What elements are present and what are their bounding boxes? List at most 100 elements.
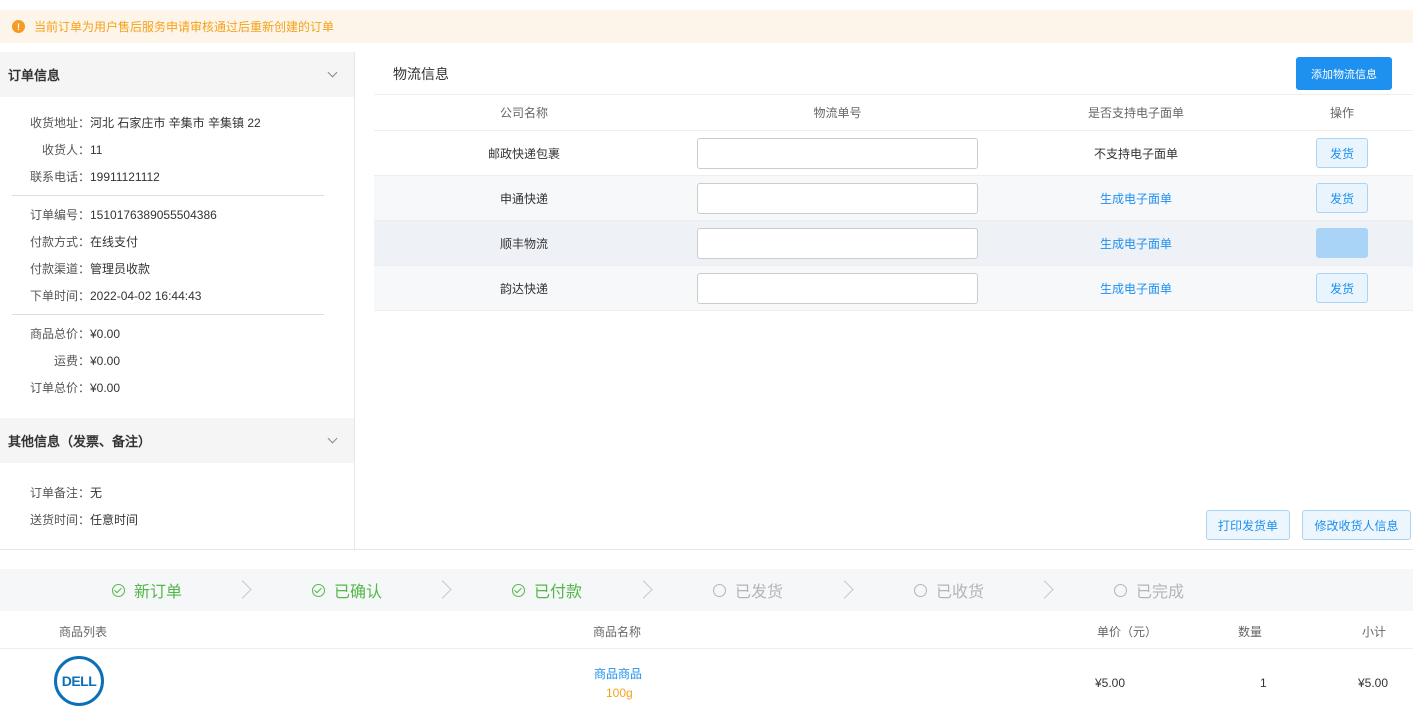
step-label: 已发货 — [735, 584, 784, 601]
waybill-input[interactable] — [697, 182, 978, 214]
other-info-title: 其他信息（发票、备注） — [8, 434, 152, 449]
generate-e-waybill-link[interactable]: 生成电子面单 — [1001, 235, 1271, 252]
order-no-value: 1510176389055504386 — [90, 207, 217, 222]
step-completed: 已完成 — [1114, 569, 1184, 611]
pay-method-value: 在线支付 — [90, 235, 139, 249]
column-header: 物流单号 — [813, 106, 862, 120]
chevron-right-icon — [1035, 580, 1054, 599]
goods-total-row: 商品总价： ¥0.00 — [0, 320, 339, 347]
pay-method-label: 付款方式： — [29, 235, 90, 249]
order-total-row: 订单总价： ¥0.00 — [0, 374, 339, 401]
company-name: 顺丰物流 — [499, 236, 548, 251]
order-no-label: 订单编号： — [29, 208, 90, 222]
table-row: 韵达快递 生成电子面单 发货 — [374, 266, 1413, 311]
e-waybill-status: 不支持电子面单 — [1093, 146, 1178, 161]
ship-button[interactable]: 发货 — [1316, 183, 1368, 213]
order-time-value: 2022-04-02 16:44:43 — [90, 288, 202, 303]
order-steps: 新订单 已确认 已付款 已发货 已收货 已完成 — [0, 569, 1413, 611]
waybill-input[interactable] — [697, 272, 978, 304]
delivery-time-label: 送货时间： — [29, 513, 90, 527]
product-logo[interactable]: DELL — [54, 656, 104, 706]
print-delivery-note-button[interactable]: 打印发货单 — [1206, 510, 1290, 540]
ship-button[interactable]: 发货 — [1316, 228, 1368, 258]
generate-e-waybill-link[interactable]: 生成电子面单 — [1001, 190, 1271, 207]
step-confirmed: 已确认 — [312, 569, 382, 611]
step-label: 已收货 — [936, 584, 985, 601]
phone-row: 联系电话： 19911121112 — [0, 163, 339, 190]
product-subtotal: ¥5.00 — [1358, 676, 1389, 690]
pay-method-row: 付款方式： 在线支付 — [0, 228, 339, 255]
warning-icon: ! — [12, 20, 25, 33]
divider — [12, 195, 324, 196]
product-name-link[interactable]: 商品商品 — [594, 665, 642, 682]
waybill-input[interactable] — [697, 137, 978, 169]
delivery-time-row: 送货时间： 任意时间 — [0, 506, 339, 533]
table-row: 顺丰物流 生成电子面单 发货 — [374, 221, 1413, 266]
chevron-right-icon — [835, 580, 854, 599]
check-circle-icon — [512, 583, 525, 597]
receiver-value: 11 — [90, 142, 103, 157]
order-total-value: ¥0.00 — [90, 380, 121, 395]
logistics-table: 公司名称 物流单号 是否支持电子面单 操作 邮政快递包裹 不支持电子面单 发货 … — [374, 94, 1413, 311]
goods-table-header: 商品列表 商品名称 单价（元） 数量 小计 — [0, 611, 1413, 649]
table-row: 申通快递 生成电子面单 发货 — [374, 176, 1413, 221]
company-name: 申通快递 — [499, 191, 548, 206]
step-label: 已付款 — [534, 584, 583, 601]
add-logistics-button[interactable]: 添加物流信息 — [1296, 57, 1392, 90]
waybill-input[interactable] — [697, 227, 978, 259]
table-row: DELL 商品商品 100g ¥5.00 1 ¥5.00 — [0, 650, 1413, 709]
logistics-table-header: 公司名称 物流单号 是否支持电子面单 操作 — [374, 94, 1413, 131]
phone-label: 联系电话： — [29, 170, 90, 184]
other-info-body: 订单备注：无 送货时间： 任意时间 — [0, 463, 354, 533]
receiver-row: 收货人： 11 — [0, 136, 339, 163]
product-price: ¥5.00 — [1095, 676, 1126, 690]
receiver-label: 收货人： — [41, 143, 90, 157]
phone-value: 19911121112 — [90, 169, 160, 184]
notice-text: 当前订单为用户售后服务申请审核通过后重新创建的订单 — [34, 20, 335, 34]
step-label: 已确认 — [334, 584, 383, 601]
address-label: 收货地址： — [29, 116, 90, 130]
column-header: 小计 — [1362, 625, 1387, 639]
step-received: 已收货 — [914, 569, 984, 611]
ship-button[interactable]: 发货 — [1316, 138, 1368, 168]
remark-value: 无 — [90, 486, 103, 500]
chevron-right-icon — [233, 580, 252, 599]
order-info-header[interactable]: 订单信息 — [0, 52, 354, 97]
circle-icon — [1114, 583, 1127, 597]
order-time-row: 下单时间： 2022-04-02 16:44:43 — [0, 282, 339, 309]
order-info-title: 订单信息 — [8, 68, 61, 83]
generate-e-waybill-link[interactable]: 生成电子面单 — [1001, 280, 1271, 297]
column-header: 操作 — [1329, 106, 1354, 120]
freight-row: 运费： ¥0.00 — [0, 347, 339, 374]
step-label: 已完成 — [1136, 584, 1185, 601]
address-value: 河北 石家庄市 辛集市 辛集镇 22 — [90, 116, 261, 130]
step-label: 新订单 — [134, 584, 183, 601]
step-shipped: 已发货 — [713, 569, 783, 611]
product-qty: 1 — [1260, 676, 1267, 690]
left-panel: 订单信息 收货地址： 河北 石家庄市 辛集市 辛集镇 22 收货人： 11 联系电话… — [0, 52, 355, 549]
order-info-body: 收货地址： 河北 石家庄市 辛集市 辛集镇 22 收货人： 11 联系电话： 1991… — [0, 97, 354, 401]
column-header: 是否支持电子面单 — [1087, 106, 1184, 120]
chevron-down-icon[interactable] — [327, 67, 338, 78]
goods-total-label: 商品总价： — [29, 327, 90, 341]
ship-button[interactable]: 发货 — [1316, 273, 1368, 303]
edit-receiver-button[interactable]: 修改收货人信息 — [1302, 510, 1411, 540]
pay-channel-value: 管理员收款 — [90, 262, 151, 276]
pay-channel-row: 付款渠道： 管理员收款 — [0, 255, 339, 282]
chevron-right-icon — [433, 580, 452, 599]
column-header: 公司名称 — [499, 106, 548, 120]
goods-total-value: ¥0.00 — [90, 326, 121, 341]
product-spec: 100g — [606, 686, 633, 700]
logistics-panel: 物流信息 添加物流信息 公司名称 物流单号 是否支持电子面单 操作 邮政快递包裹… — [356, 52, 1413, 549]
chevron-down-icon[interactable] — [327, 433, 338, 444]
column-header: 商品名称 — [593, 625, 642, 639]
check-circle-icon — [312, 583, 325, 597]
chevron-right-icon — [634, 580, 653, 599]
freight-value: ¥0.00 — [90, 353, 121, 368]
other-info-header[interactable]: 其他信息（发票、备注） — [0, 418, 354, 463]
column-header: 单价（元） — [1097, 625, 1158, 639]
freight-label: 运费： — [53, 354, 90, 368]
address-row: 收货地址： 河北 石家庄市 辛集市 辛集镇 22 — [0, 109, 339, 136]
divider — [0, 549, 1413, 550]
pay-channel-label: 付款渠道： — [29, 262, 90, 276]
